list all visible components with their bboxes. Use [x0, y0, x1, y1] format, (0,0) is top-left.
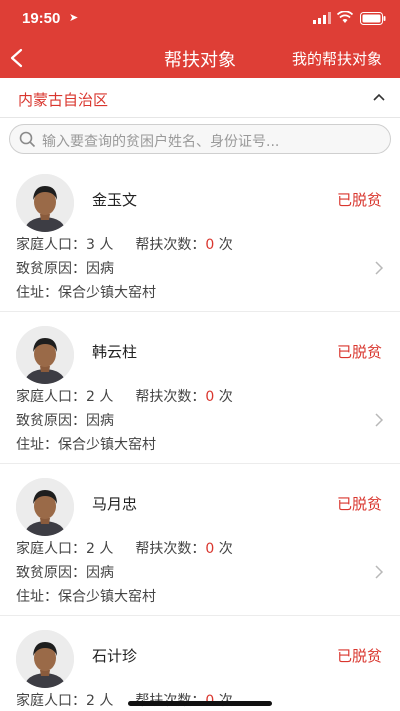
help-count: 0 [205, 237, 215, 253]
help-unit: 次 [218, 541, 233, 557]
status-badge: 已脱贫 [336, 647, 382, 665]
family-line: 家庭人口：3 人 帮扶次数：0 次 [16, 234, 233, 254]
chevron-right-icon [375, 565, 384, 579]
help-count-label: 帮扶次数： [135, 389, 206, 405]
cause-line: 致贫原因：因病 [16, 562, 114, 582]
search-placeholder: 输入要查询的贫困户姓名、身份证号... [42, 134, 280, 150]
status-time: 19:50 [22, 10, 61, 27]
search-icon [19, 131, 36, 148]
family-line: 家庭人口：2 人 帮扶次数：0 次 [16, 386, 233, 406]
signal-icon [313, 12, 331, 24]
address-line: 住址：保合少镇大窑村 [16, 434, 156, 454]
cause-line: 致贫原因：因病 [16, 410, 114, 430]
battery-icon [360, 12, 386, 25]
help-count: 0 [205, 541, 215, 557]
family-count: 2 [86, 693, 95, 709]
cause-value: 因病 [86, 565, 114, 581]
cause-value: 因病 [86, 413, 114, 429]
avatar [16, 630, 74, 688]
family-line: 家庭人口：2 人帮扶次数：0 次 [16, 690, 233, 710]
list-item[interactable]: 石计珍 已脱贫 家庭人口：2 人帮扶次数：0 次 [0, 616, 400, 711]
family-unit: 人 [99, 541, 114, 557]
family-unit: 人 [99, 389, 114, 405]
family-count: 2 [86, 541, 95, 557]
family-unit: 人 [99, 237, 114, 253]
avatar [16, 326, 74, 384]
address-value: 保合少镇大窑村 [58, 285, 156, 301]
search-input[interactable]: 输入要查询的贫困户姓名、身份证号... [9, 124, 391, 154]
home-indicator[interactable] [128, 701, 272, 706]
address-label: 住址： [16, 437, 58, 453]
address-value: 保合少镇大窑村 [58, 589, 156, 605]
address-label: 住址： [16, 589, 58, 605]
nav-bar: 帮扶对象 我的帮扶对象 [0, 38, 400, 78]
status-badge: 已脱贫 [336, 191, 382, 209]
cause-label: 致贫原因： [16, 413, 86, 429]
chevron-right-icon [375, 413, 384, 427]
help-count-label: 帮扶次数： [135, 541, 206, 557]
beneficiary-name: 马月忠 [92, 495, 138, 513]
beneficiary-name: 石计珍 [92, 647, 138, 665]
family-count: 2 [86, 389, 95, 405]
avatar [16, 174, 74, 232]
address-line: 住址：保合少镇大窑村 [16, 282, 156, 302]
wifi-icon [337, 11, 353, 23]
beneficiary-name: 韩云柱 [92, 343, 138, 361]
help-count-label: 帮扶次数： [135, 237, 206, 253]
page-title-text: 帮扶对象 [164, 50, 236, 71]
cause-value: 因病 [86, 261, 114, 277]
family-label: 家庭人口： [16, 389, 86, 405]
list-item[interactable]: 韩云柱 已脱贫 家庭人口：2 人 帮扶次数：0 次 致贫原因：因病 住址：保合少镇… [0, 312, 400, 464]
cause-label: 致贫原因： [16, 261, 86, 277]
list-item[interactable]: 马月忠 已脱贫 家庭人口：2 人 帮扶次数：0 次 致贫原因：因病 住址：保合少镇… [0, 464, 400, 616]
status-badge: 已脱贫 [336, 343, 382, 361]
help-count: 0 [205, 389, 215, 405]
list-item[interactable]: 金玉文 已脱贫 家庭人口：3 人 帮扶次数：0 次 致贫原因：因病 住址：保合少镇… [0, 160, 400, 312]
address-line: 住址：保合少镇大窑村 [16, 586, 156, 606]
beneficiary-name: 金玉文 [92, 191, 138, 209]
family-unit: 人 [99, 693, 114, 709]
address-label: 住址： [16, 285, 58, 301]
chevron-right-icon [375, 261, 384, 275]
family-label: 家庭人口： [16, 693, 86, 709]
chevron-up-icon[interactable] [372, 92, 386, 102]
family-label: 家庭人口： [16, 237, 86, 253]
family-label: 家庭人口： [16, 541, 86, 557]
status-badge: 已脱贫 [336, 495, 382, 513]
family-line: 家庭人口：2 人 帮扶次数：0 次 [16, 538, 233, 558]
location-arrow-icon: ➤ [69, 11, 79, 24]
my-help-targets-link[interactable]: 我的帮扶对象 [292, 48, 382, 69]
cause-line: 致贫原因：因病 [16, 258, 114, 278]
avatar [16, 478, 74, 536]
region-selector[interactable]: 内蒙古自治区 [0, 78, 400, 118]
family-count: 3 [86, 237, 95, 253]
cause-label: 致贫原因： [16, 565, 86, 581]
address-value: 保合少镇大窑村 [58, 437, 156, 453]
help-unit: 次 [218, 389, 233, 405]
region-label: 内蒙古自治区 [18, 91, 109, 109]
help-unit: 次 [218, 237, 233, 253]
status-bar: 19:50 ➤ [0, 0, 400, 38]
